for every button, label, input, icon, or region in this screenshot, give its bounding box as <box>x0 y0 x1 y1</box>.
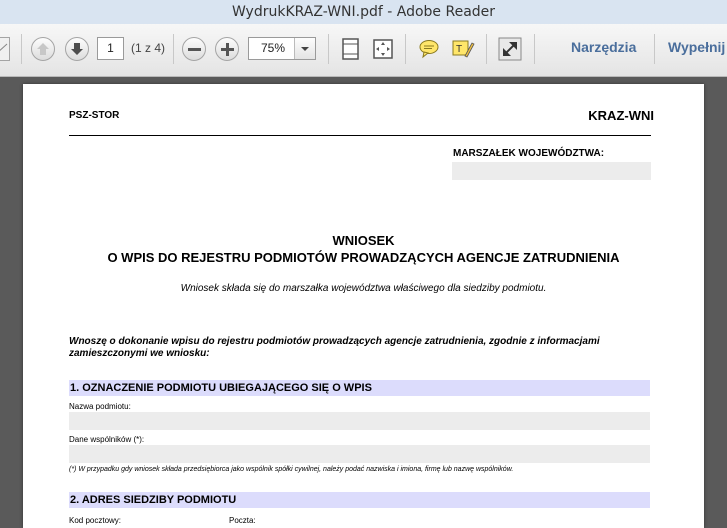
name-field[interactable] <box>69 412 650 430</box>
next-page-button[interactable] <box>65 37 89 61</box>
chevron-down-icon[interactable] <box>294 38 315 59</box>
fit-page-icon[interactable] <box>338 36 364 62</box>
toolbar-separator <box>486 34 487 64</box>
partners-field[interactable] <box>69 445 650 463</box>
minus-icon <box>188 48 201 51</box>
toolbar-separator <box>534 34 535 64</box>
section-1-header: 1. OZNACZENIE PODMIOTU UBIEGAJĄCEGO SIĘ … <box>69 380 650 396</box>
section-2-header: 2. ADRES SIEDZIBY PODMIOTU <box>69 492 650 508</box>
toolbar-separator <box>328 34 329 64</box>
svg-text:T: T <box>456 44 462 55</box>
marszalek-field[interactable] <box>452 162 651 180</box>
previous-tool-icon[interactable] <box>0 37 10 61</box>
footnote: (*) W przypadku gdy wniosek składa przed… <box>69 466 514 473</box>
fit-width-icon[interactable] <box>370 36 396 62</box>
highlight-text-icon[interactable]: T <box>450 36 476 62</box>
document-title-line2: O WPIS DO REJESTRU PODMIOTÓW PROWADZĄCYC… <box>107 250 620 265</box>
plus-icon <box>221 43 234 56</box>
document-subtitle: Wniosek składa się do marszałka wojewódz… <box>180 283 547 294</box>
name-label: Nazwa podmiotu: <box>69 402 131 411</box>
comment-icon[interactable] <box>416 36 442 62</box>
toolbar: 1 (1 z 4) 75% T Narzędzia Wypełnij <box>0 24 727 77</box>
previous-page-button[interactable] <box>31 37 55 61</box>
partners-label: Dane wspólników (*): <box>69 435 145 444</box>
document-title-line1: WNIOSEK <box>332 233 395 248</box>
toolbar-separator <box>654 34 655 64</box>
form-code-right: KRAZ-WNI <box>588 108 654 123</box>
section-1-title: 1. OZNACZENIE PODMIOTU UBIEGAJĄCEGO SIĘ … <box>70 382 372 394</box>
arrow-down-icon <box>71 43 83 55</box>
zoom-out-button[interactable] <box>182 37 206 61</box>
tools-link[interactable]: Narzędzia <box>571 39 636 55</box>
window-titlebar: WydrukKRAZ-WNI.pdf - Adobe Reader <box>0 0 727 24</box>
zoom-select[interactable]: 75% <box>248 37 316 60</box>
window-title: WydrukKRAZ-WNI.pdf - Adobe Reader <box>231 4 496 20</box>
page-number-input[interactable]: 1 <box>97 37 124 60</box>
toolbar-separator <box>21 34 22 64</box>
zoom-in-button[interactable] <box>215 37 239 61</box>
toolbar-separator <box>173 34 174 64</box>
postal-code-label: Kod pocztowy: <box>69 516 122 525</box>
zoom-value: 75% <box>261 41 286 55</box>
request-text-line2: zamieszczonymi we wniosku: <box>69 348 210 359</box>
toolbar-separator <box>405 34 406 64</box>
page-count: (1 z 4) <box>131 41 166 55</box>
section-2-title: 2. ADRES SIEDZIBY PODMIOTU <box>70 494 237 506</box>
marszalek-label: MARSZAŁEK WOJEWÓDZTWA: <box>453 148 605 159</box>
fullscreen-icon[interactable] <box>497 36 523 62</box>
pdf-page: PSZ-STOR KRAZ-WNI MARSZAŁEK WOJEWÓDZTWA:… <box>23 84 704 528</box>
request-text-line1: Wnoszę o dokonanie wpisu do rejestru pod… <box>69 336 600 347</box>
arrow-up-icon <box>37 43 49 55</box>
form-code-left: PSZ-STOR <box>69 110 120 121</box>
header-divider <box>69 135 651 136</box>
fill-sign-link[interactable]: Wypełnij <box>668 39 725 55</box>
post-office-label: Poczta: <box>229 516 256 525</box>
